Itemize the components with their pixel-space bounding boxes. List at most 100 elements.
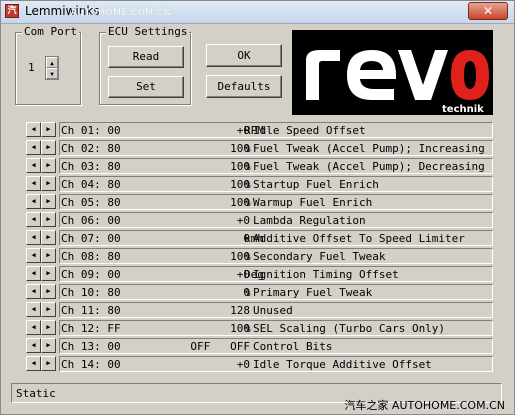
channel-unit: %	[244, 178, 251, 191]
channel-row: ◀ ▶ Ch 10: 80 0% Primary Fuel Tweak	[24, 283, 494, 300]
decrement-arrow-icon[interactable]: ◀	[26, 284, 41, 299]
increment-arrow-icon[interactable]: ▶	[41, 320, 56, 335]
increment-arrow-icon[interactable]: ▶	[41, 302, 56, 317]
channel-value: 100	[230, 196, 250, 209]
increment-arrow-icon[interactable]: ▶	[41, 140, 56, 155]
decrement-arrow-icon[interactable]: ◀	[26, 158, 41, 173]
channel-row: ◀ ▶ Ch 08: 80 100% Secondary Fuel Tweak	[24, 247, 494, 264]
channel-description: Unused	[253, 304, 293, 317]
channel-description: Warmup Fuel Enrich	[253, 196, 373, 209]
decrement-arrow-icon[interactable]: ◀	[26, 248, 41, 263]
channel-row: ◀ ▶ Ch 04: 80 100% Startup Fuel Enrich	[24, 175, 494, 192]
decrement-arrow-icon[interactable]: ◀	[26, 356, 41, 371]
channel-value: 100	[230, 322, 250, 335]
increment-arrow-icon[interactable]: ▶	[41, 212, 56, 227]
channel-value: 0	[243, 286, 250, 299]
increment-arrow-icon[interactable]: ▶	[41, 266, 56, 281]
channel-description: SEL Scaling (Turbo Cars Only)	[253, 322, 446, 335]
channel-id: Ch 05: 80	[61, 196, 121, 209]
increment-arrow-icon[interactable]: ▶	[41, 194, 56, 209]
channel-field: Ch 10: 80 0% Primary Fuel Tweak	[59, 284, 493, 300]
channel-field: Ch 07: 00 0 kmh Additive Offset To Speed Li…	[59, 230, 493, 246]
channel-row: ◀ ▶ Ch 03: 80 100% Fuel Tweak (Accel Pump); …	[24, 157, 494, 174]
channel-row: ◀ ▶ Ch 02: 80 100% Fuel Tweak (Accel Pump); …	[24, 139, 494, 156]
increment-arrow-icon[interactable]: ▶	[41, 176, 56, 191]
spin-up-icon[interactable]: ▲	[46, 57, 58, 68]
spin-down-icon[interactable]: ▼	[46, 68, 58, 79]
channel-field: Ch 09: 00 +0 Deg Ignition Timing Offset	[59, 266, 493, 282]
revo-logo-subtext: technik	[442, 104, 484, 115]
channel-description: Additive Offset To Speed Limiter	[253, 232, 465, 245]
channel-unit: %	[244, 286, 251, 299]
channel-row: ◀ ▶ Ch 13: 00 OFF OFF Control Bits	[24, 337, 494, 354]
app-icon: 汽	[5, 4, 19, 18]
channel-field: Ch 05: 80 100% Warmup Fuel Enrich	[59, 194, 493, 210]
channel-value: 128	[230, 304, 250, 317]
channel-unit: %	[244, 250, 251, 263]
channel-field: Ch 12: FF 100% SEL Scaling (Turbo Cars Onl…	[59, 320, 493, 336]
close-button[interactable]: ✕	[468, 2, 508, 20]
channel-value: 100	[230, 142, 250, 155]
revo-logo: technik	[292, 30, 493, 115]
channel-value: OFF OFF	[190, 340, 250, 353]
read-button[interactable]: Read	[108, 46, 184, 68]
increment-arrow-icon[interactable]: ▶	[41, 230, 56, 245]
channel-unit: %	[244, 142, 251, 155]
channel-field: Ch 03: 80 100% Fuel Tweak (Accel Pump); De…	[59, 158, 493, 174]
decrement-arrow-icon[interactable]: ◀	[26, 122, 41, 137]
channel-id: Ch 14: 00	[61, 358, 121, 371]
decrement-arrow-icon[interactable]: ◀	[26, 212, 41, 227]
channel-row: ◀ ▶ Ch 11: 80 128 Unused	[24, 301, 494, 318]
com-port-label: Com Port	[22, 25, 79, 38]
channel-row: ◀ ▶ Ch 05: 80 100% Warmup Fuel Enrich	[24, 193, 494, 210]
channel-field: Ch 08: 80 100% Secondary Fuel Tweak	[59, 248, 493, 264]
channel-field: Ch 14: 00 +0 Idle Torque Additive Offset	[59, 356, 493, 372]
channel-id: Ch 12: FF	[61, 322, 121, 335]
channel-value: 100	[230, 250, 250, 263]
decrement-arrow-icon[interactable]: ◀	[26, 302, 41, 317]
channel-value: +0	[236, 124, 250, 137]
decrement-arrow-icon[interactable]: ◀	[26, 230, 41, 245]
channel-description: Startup Fuel Enrich	[253, 178, 379, 191]
decrement-arrow-icon[interactable]: ◀	[26, 320, 41, 335]
watermark-text: AUTOHOME.COM.CN	[71, 8, 172, 18]
ecu-settings-label: ECU Settings	[106, 25, 190, 38]
channel-unit: %	[244, 196, 251, 209]
revo-logo-graphic: technik	[306, 50, 489, 115]
channel-id: Ch 02: 80	[61, 142, 121, 155]
channel-field: Ch 04: 80 100% Startup Fuel Enrich	[59, 176, 493, 192]
com-port-group: Com Port 1 ▲ ▼	[15, 25, 81, 105]
decrement-arrow-icon[interactable]: ◀	[26, 338, 41, 353]
channel-id: Ch 11: 80	[61, 304, 121, 317]
title-bar[interactable]: 汽 Lemmiwinks AUTOHOME.COM.CN ✕	[1, 1, 514, 24]
decrement-arrow-icon[interactable]: ◀	[26, 176, 41, 191]
channel-value: +0	[236, 214, 250, 227]
channel-description: Fuel Tweak (Accel Pump); Decreasing	[253, 160, 485, 173]
decrement-arrow-icon[interactable]: ◀	[26, 140, 41, 155]
set-button[interactable]: Set	[108, 76, 184, 98]
com-port-spinner[interactable]: ▲ ▼	[45, 56, 59, 80]
increment-arrow-icon[interactable]: ▶	[41, 122, 56, 137]
channel-row: ◀ ▶ Ch 09: 00 +0 Deg Ignition Timing Offset	[24, 265, 494, 282]
decrement-arrow-icon[interactable]: ◀	[26, 266, 41, 281]
increment-arrow-icon[interactable]: ▶	[41, 284, 56, 299]
channel-value: +0	[236, 358, 250, 371]
ok-button[interactable]: OK	[206, 44, 282, 67]
defaults-button[interactable]: Defaults	[206, 75, 282, 98]
channel-id: Ch 04: 80	[61, 178, 121, 191]
decrement-arrow-icon[interactable]: ◀	[26, 194, 41, 209]
increment-arrow-icon[interactable]: ▶	[41, 338, 56, 353]
increment-arrow-icon[interactable]: ▶	[41, 158, 56, 173]
channel-description: Control Bits	[253, 340, 333, 353]
channel-description: Ignition Timing Offset	[253, 268, 399, 281]
com-port-value[interactable]: 1	[28, 61, 35, 74]
channel-description: Primary Fuel Tweak	[253, 286, 373, 299]
footer-watermark: 汽车之家 AUTOHOME.COM.CN	[344, 399, 505, 412]
ecu-settings-group: ECU Settings Read Set	[99, 25, 191, 105]
channel-description: Lambda Regulation	[253, 214, 366, 227]
increment-arrow-icon[interactable]: ▶	[41, 356, 56, 371]
channel-id: Ch 06: 00	[61, 214, 121, 227]
increment-arrow-icon[interactable]: ▶	[41, 248, 56, 263]
channel-value: 100	[230, 178, 250, 191]
channel-id: Ch 03: 80	[61, 160, 121, 173]
